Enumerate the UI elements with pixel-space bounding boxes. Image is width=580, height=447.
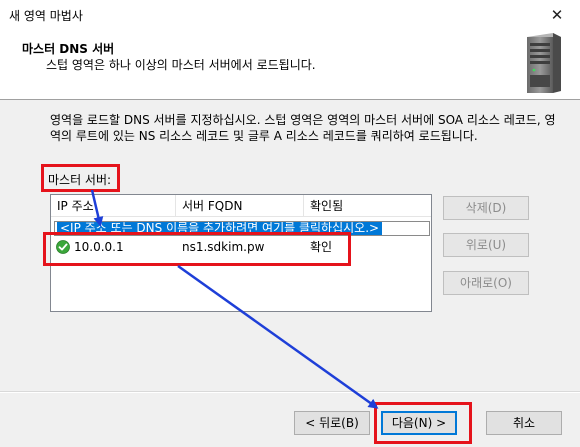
column-header-fqdn[interactable]: 서버 FQDN [176, 195, 304, 217]
wizard-header: 마스터 DNS 서버 스텁 영역은 하나 이상의 마스터 서버에서 로드됩니다. [0, 30, 580, 100]
close-icon: ✕ [550, 6, 564, 24]
window-title: 새 영역 마법사 [9, 9, 83, 23]
move-up-button[interactable]: 위로(U) [443, 233, 529, 257]
server-icon [527, 33, 561, 93]
page-subtitle: 스텁 영역은 하나 이상의 마스터 서버에서 로드됩니다. [46, 58, 316, 72]
annotation-box-label [41, 164, 120, 192]
close-button[interactable]: ✕ [534, 0, 580, 30]
footer-divider-highlight [0, 392, 580, 393]
annotation-box-next [374, 402, 472, 444]
page-title: 마스터 DNS 서버 [22, 42, 115, 56]
cancel-button[interactable]: 취소 [486, 411, 562, 435]
move-down-button[interactable]: 아래로(O) [443, 271, 529, 295]
annotation-box-row [43, 232, 351, 266]
column-header-ip[interactable]: IP 주소 [51, 195, 176, 217]
column-header-verified[interactable]: 확인됨 [304, 195, 434, 217]
list-header: IP 주소 서버 FQDN 확인됨 [51, 195, 431, 217]
delete-button[interactable]: 삭제(D) [443, 196, 529, 220]
back-button[interactable]: < 뒤로(B) [294, 411, 370, 435]
title-bar: 새 영역 마법사 ✕ [0, 0, 580, 30]
description-text: 영역을 로드할 DNS 서버를 지정하십시오. 스텁 영역은 영역의 마스터 서… [50, 113, 556, 143]
